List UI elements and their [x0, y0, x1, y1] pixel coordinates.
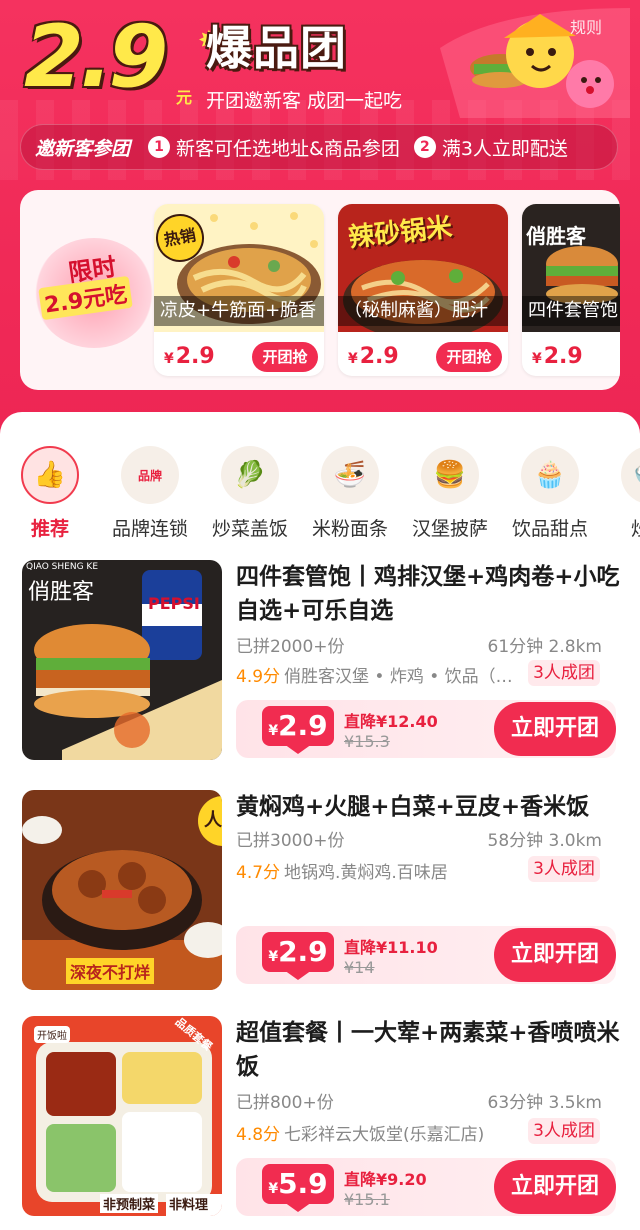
image-tag: 非料理包: [166, 1194, 222, 1216]
tab-noodles[interactable]: 🍜 米粉面条: [300, 444, 400, 541]
tab-label: 汉堡披萨: [411, 518, 488, 540]
sold-count: 已拼800+份: [236, 1093, 334, 1113]
deal-product-card[interactable]: 辣砂锅米 （秘制麻酱）肥汁 ¥2.9 开团抢: [338, 204, 508, 376]
product-name: 凉皮+牛筋面+脆香: [154, 296, 324, 326]
meal-box-image: [22, 1016, 222, 1216]
tab-brand-chain[interactable]: 品牌 品牌连锁: [100, 444, 200, 541]
start-group-button[interactable]: 立即开团: [494, 928, 616, 982]
brand-logo-en: QIAO SHENG KE: [26, 562, 99, 572]
tab-label: 炒饭: [600, 514, 640, 541]
limited-deal-card: 限时 2.9元吃 热销 凉皮+牛筋面+脆香 ¥2.9 开团抢 辣砂锅米 （秘制麻…: [20, 190, 620, 390]
banner-step-2: 满3人立即配送: [441, 137, 568, 160]
product-name: 四件套管饱: [522, 296, 620, 326]
group-badge: 3人成团: [528, 1118, 600, 1144]
time-distance: 58分钟 3.0km: [487, 831, 602, 851]
burger-icon: 🍔: [421, 446, 479, 504]
original-price: ¥15.3: [344, 732, 390, 751]
brand-badge-icon: 品牌: [121, 446, 179, 504]
list-item[interactable]: 开饭啦 品质套餐 非预制菜 非料理包 超值套餐丨一大荤+两素菜+香喷喷米饭 已拼…: [0, 1016, 640, 1226]
buy-bar: ¥2.9 直降¥12.40 ¥15.3 立即开团: [236, 700, 616, 758]
deal-product-card[interactable]: 热销 凉皮+牛筋面+脆香 ¥2.9 开团抢: [154, 204, 324, 376]
logo-number: 2.9: [24, 7, 168, 107]
item-image: 人气 深夜不打烊: [22, 790, 222, 990]
tab-recommend[interactable]: 👍 推荐: [0, 444, 100, 541]
discount-text: 直降¥11.10: [344, 938, 438, 957]
cola-label: PEPSI: [148, 594, 200, 613]
category-tabs: 👍 推荐 品牌 品牌连锁 🥬 炒菜盖饭 🍜 米粉面条 🍔 汉堡披萨 🧁 饮品甜点…: [0, 444, 640, 554]
logo-unit: 元: [176, 88, 193, 107]
list-item[interactable]: 人气 深夜不打烊 黄焖鸡+火腿+白菜+豆皮+香米饭 已拼3000+份 58分钟 …: [0, 790, 640, 1000]
dessert-icon: 🧁: [521, 446, 579, 504]
image-sticker: 开饭啦: [34, 1026, 70, 1043]
step-number: 1: [148, 136, 171, 158]
sold-count: 已拼3000+份: [236, 831, 345, 851]
product-price: ¥2.9: [348, 344, 399, 369]
buy-bar: ¥2.9 直降¥11.10 ¥14 立即开团: [236, 926, 616, 984]
stir-fry-icon: 🥬: [221, 446, 279, 504]
step-number: 2: [413, 136, 436, 158]
tab-label: 推荐: [30, 518, 69, 540]
item-title: 四件套管饱丨鸡排汉堡+鸡肉卷+小吃自选+可乐自选: [236, 564, 620, 624]
logo-subtitle: 开团邀新客 成团一起吃: [206, 90, 403, 112]
time-distance: 61分钟 2.8km: [487, 637, 602, 657]
rules-link[interactable]: 规则: [570, 14, 602, 38]
item-title: 超值套餐丨一大荤+两素菜+香喷喷米饭: [236, 1020, 620, 1080]
thumbs-up-icon: 👍: [21, 446, 79, 504]
grab-button[interactable]: 开团抢: [436, 342, 502, 372]
discount-text: 直降¥9.20: [344, 1170, 427, 1189]
start-group-button[interactable]: 立即开团: [494, 1160, 616, 1214]
noodles-icon: 🍜: [321, 446, 379, 504]
original-price: ¥15.1: [344, 1190, 390, 1209]
price-tag: ¥2.9: [262, 706, 334, 746]
brand-logo: 俏胜客: [28, 580, 95, 605]
tab-burger-pizza[interactable]: 🍔 汉堡披萨: [400, 444, 500, 541]
tab-label: 饮品甜点: [511, 518, 588, 540]
image-tag: 深夜不打烊: [66, 958, 155, 984]
limited-time-badge: 限时 2.9元吃: [34, 238, 158, 348]
list-item[interactable]: QIAO SHENG KE 俏胜客 PEPSI 四件套管饱丨鸡排汉堡+鸡肉卷+小…: [0, 560, 640, 770]
sold-count: 已拼2000+份: [236, 637, 345, 657]
item-image: QIAO SHENG KE 俏胜客 PEPSI: [22, 560, 222, 760]
price-pointer: [284, 1202, 312, 1212]
shop-name: 七彩祥云大饭堂(乐嘉汇店): [284, 1125, 485, 1145]
product-price: ¥2.9: [164, 344, 215, 369]
group-badge: 3人成团: [528, 856, 600, 882]
group-badge: 3人成团: [528, 660, 600, 686]
time-distance: 63分钟 3.5km: [487, 1093, 602, 1113]
price-pointer: [284, 744, 312, 754]
rating: 4.7分: [236, 863, 281, 883]
grab-button[interactable]: 开团抢: [252, 342, 318, 372]
price-tag: ¥2.9: [262, 932, 334, 972]
item-image: 开饭啦 品质套餐 非预制菜 非料理包: [22, 1016, 222, 1216]
rating: 4.9分: [236, 667, 281, 687]
brand-logo: 俏胜客: [526, 224, 586, 248]
start-group-button[interactable]: 立即开团: [494, 702, 616, 756]
tab-dessert[interactable]: 🧁 饮品甜点: [500, 444, 600, 541]
fried-rice-icon: 🍚: [621, 446, 640, 504]
original-price: ¥14: [344, 958, 375, 977]
main-content: 👍 推荐 品牌 品牌连锁 🥬 炒菜盖饭 🍜 米粉面条 🍔 汉堡披萨 🧁 饮品甜点…: [0, 412, 640, 1230]
deal-product-card[interactable]: 俏胜客 四件套管饱 ¥2.9: [522, 204, 620, 376]
rating: 4.8分: [236, 1125, 281, 1145]
shop-name: 地锅鸡.黄焖鸡.百味居: [284, 863, 448, 883]
image-tag: 非预制菜: [100, 1194, 159, 1213]
discount-text: 直降¥12.40: [344, 712, 438, 731]
tab-label: 品牌连锁: [111, 518, 188, 540]
logo-title: 爆品团: [206, 21, 347, 75]
price-pointer: [284, 970, 312, 980]
banner-step-1: 新客可任选地址&商品参团: [176, 137, 400, 160]
banner-title: 邀新客参团: [35, 137, 131, 160]
tab-fried-rice[interactable]: 🍚 炒饭: [600, 444, 640, 541]
hero-header: 2.9 元 ✸ 爆品团 开团邀新客 成团一起吃 规则 邀新客参团 1 新客可任选…: [0, 0, 640, 440]
tab-label: 米粉面条: [311, 518, 388, 540]
product-name: （秘制麻酱）肥汁: [338, 296, 508, 326]
shop-name: 俏胜客汉堡 • 炸鸡 • 饮品（…: [284, 667, 513, 687]
tab-label: 炒菜盖饭: [211, 518, 288, 540]
invite-banner: 邀新客参团 1 新客可任选地址&商品参团 2 满3人立即配送: [20, 124, 618, 170]
tab-stir-fry[interactable]: 🥬 炒菜盖饭: [200, 444, 300, 541]
product-price: ¥2.9: [532, 344, 583, 369]
item-title: 黄焖鸡+火腿+白菜+豆皮+香米饭: [236, 794, 590, 820]
price-tag: ¥5.9: [262, 1164, 334, 1204]
buy-bar: ¥5.9 直降¥9.20 ¥15.1 立即开团: [236, 1158, 616, 1216]
